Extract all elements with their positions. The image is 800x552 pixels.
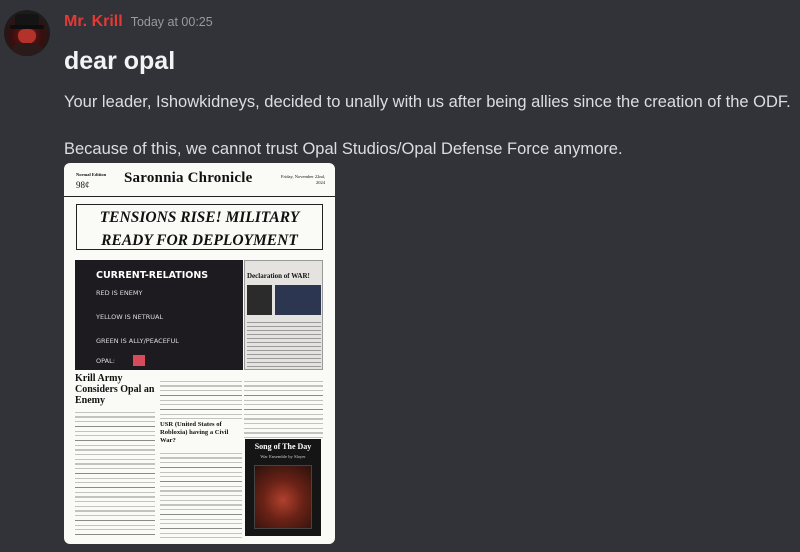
story-1-title: Krill Army Considers Opal an Enemy bbox=[75, 373, 155, 406]
declaration-screenshot bbox=[275, 285, 321, 315]
headline-line-2: READY FOR DEPLOYMENT bbox=[101, 232, 298, 249]
newspaper-masthead: Saronnia Chronicle bbox=[124, 170, 253, 186]
column-3-body bbox=[244, 377, 323, 439]
song-subtitle: War Ensemble by Slayer bbox=[260, 454, 306, 459]
headline-line-1: TENSIONS RISE! MILITARY bbox=[99, 209, 300, 226]
user-avatar[interactable] bbox=[4, 10, 50, 56]
song-of-the-day: Song of The Day War Ensemble by Slayer bbox=[245, 439, 321, 536]
newspaper-headline: TENSIONS RISE! MILITARY READY FOR DEPLOY… bbox=[76, 204, 323, 250]
relations-item: GREEN IS ALLY/PEACEFUL bbox=[96, 337, 179, 345]
newspaper-dateline: Friday, November 22nd, 2024 bbox=[281, 174, 325, 185]
image-attachment[interactable]: Normal Edition 98¢ Saronnia Chronicle Fr… bbox=[64, 163, 335, 544]
avatar-body bbox=[12, 43, 42, 56]
newspaper-topbar: Normal Edition 98¢ Saronnia Chronicle Fr… bbox=[64, 163, 335, 197]
story-2-title: USR (United States of Robloxia) having a… bbox=[160, 421, 229, 444]
relations-item: RED IS ENEMY bbox=[96, 289, 143, 297]
story-1-body bbox=[75, 408, 155, 538]
newspaper-edition: Normal Edition bbox=[76, 172, 107, 177]
opal-status-swatch bbox=[133, 355, 145, 366]
newspaper-price: 98¢ bbox=[76, 180, 90, 190]
avatar-face bbox=[18, 29, 36, 44]
relations-item-opal: OPAL: bbox=[96, 357, 115, 365]
message-header: Mr. Krill Today at 00:25 bbox=[64, 13, 213, 31]
message-line-2: Because of this, we cannot trust Opal St… bbox=[64, 140, 623, 158]
relations-panel: CURRENT-RELATIONS RED IS ENEMY YELLOW IS… bbox=[75, 260, 243, 370]
story-2-body bbox=[160, 449, 242, 538]
declaration-photo bbox=[247, 285, 272, 315]
relations-item: YELLOW IS NETRUAL bbox=[96, 313, 164, 321]
timestamp[interactable]: Today at 00:25 bbox=[131, 15, 213, 29]
message-line-1: Your leader, Ishowkidneys, decided to un… bbox=[64, 93, 791, 111]
message-heading: dear opal bbox=[64, 47, 176, 75]
username[interactable]: Mr. Krill bbox=[64, 13, 123, 31]
relations-title: CURRENT-RELATIONS bbox=[96, 270, 209, 281]
column-2-body bbox=[160, 377, 242, 419]
message: Mr. Krill Today at 00:25 dear opal Your … bbox=[0, 0, 800, 552]
declaration-body bbox=[247, 319, 321, 367]
declaration-image: Declaration of WAR! bbox=[244, 260, 323, 370]
album-cover bbox=[254, 465, 312, 529]
declaration-title: Declaration of WAR! bbox=[247, 272, 310, 280]
song-title: Song of The Day bbox=[254, 442, 312, 451]
